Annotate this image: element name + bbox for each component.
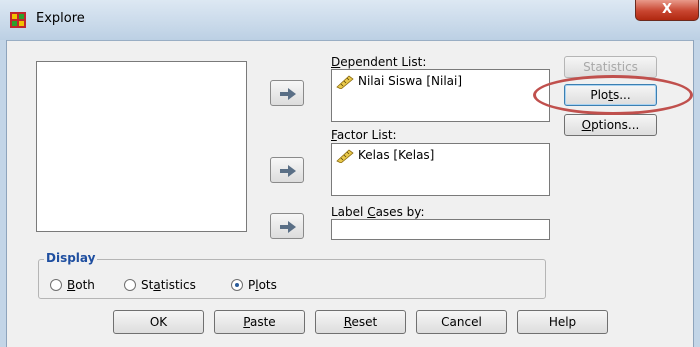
display-group — [38, 259, 546, 299]
window-frame-left — [0, 40, 7, 347]
right-arrow-icon — [280, 221, 296, 233]
source-variable-list[interactable] — [36, 61, 247, 232]
title-bar[interactable]: Explore X — [0, 0, 700, 41]
dependent-list-label: Dependent List: — [331, 55, 427, 69]
radio-icon — [50, 279, 62, 291]
move-to-dependent-button[interactable] — [270, 80, 304, 106]
reset-button[interactable]: Reset — [315, 310, 406, 334]
options-button[interactable]: Options... — [564, 114, 657, 136]
display-plots-radio[interactable]: Plots — [231, 278, 277, 292]
ok-button[interactable]: OK — [113, 310, 204, 334]
window-title: Explore — [36, 11, 85, 26]
dependent-list[interactable]: Nilai Siswa [Nilai] — [331, 69, 550, 122]
paste-button[interactable]: Paste — [214, 310, 305, 334]
radio-icon — [124, 279, 136, 291]
scale-variable-icon — [336, 74, 354, 89]
cancel-button[interactable]: Cancel — [416, 310, 507, 334]
display-both-radio[interactable]: Both — [50, 278, 95, 292]
list-item[interactable]: Kelas [Kelas] — [336, 148, 434, 163]
factor-list[interactable]: Kelas [Kelas] — [331, 143, 550, 196]
radio-selected-icon — [231, 279, 243, 291]
label-cases-label: Label Cases by: — [331, 205, 425, 219]
statistics-button[interactable]: Statistics — [564, 56, 657, 78]
close-button[interactable]: X — [635, 0, 699, 21]
factor-list-label: Factor List: — [331, 128, 397, 142]
explore-dialog: Explore X Dependent List: Nilai Siswa [N… — [0, 0, 700, 347]
scale-variable-icon — [336, 148, 354, 163]
close-icon: X — [661, 2, 673, 17]
plots-button[interactable]: Plots... — [564, 84, 657, 106]
spss-app-icon — [10, 12, 26, 28]
move-to-factor-button[interactable] — [270, 157, 304, 183]
help-button[interactable]: Help — [517, 310, 608, 334]
label-cases-field[interactable] — [331, 219, 550, 240]
window-frame-right — [693, 40, 700, 347]
display-statistics-radio[interactable]: Statistics — [124, 278, 196, 292]
right-arrow-icon — [280, 88, 296, 100]
move-to-label-cases-button[interactable] — [270, 213, 304, 239]
right-arrow-icon — [280, 165, 296, 177]
display-group-title: Display — [44, 251, 98, 265]
list-item[interactable]: Nilai Siswa [Nilai] — [336, 74, 462, 89]
